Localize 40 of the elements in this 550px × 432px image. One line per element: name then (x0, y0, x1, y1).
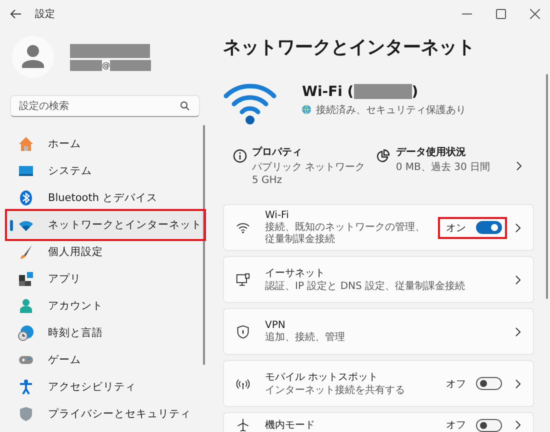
setting-title: Wi-Fi (265, 210, 290, 221)
settings-card[interactable]: 機内モード オフ (223, 412, 534, 432)
setting-description: 接続、既知のネットワークの管理、従量制課金接続 (265, 222, 426, 245)
sidebar-item[interactable]: システム (8, 158, 203, 184)
sidebar-item[interactable]: プライバシーとセキュリティ (8, 401, 203, 427)
settings-card[interactable]: Wi-Fi 接続、既知のネットワークの管理、従量制課金接続 オン (223, 204, 534, 251)
toggle-state-label: オン (446, 222, 466, 234)
sidebar-item[interactable]: ゲーム (8, 347, 203, 373)
sidebar-item[interactable]: アプリ (8, 266, 203, 292)
setting-title: 機内モード (265, 418, 316, 432)
sidebar-item[interactable]: Bluetooth とデバイス (8, 185, 203, 211)
page-title: ネットワークとインターネット (223, 36, 476, 59)
email-at-sign: @ (102, 60, 110, 70)
setting-title: イーサネット (265, 267, 326, 280)
sidebar-item[interactable]: アクセシビリティ (8, 374, 203, 400)
settings-card[interactable]: イーサネット 認証、IP 設定と DNS 設定、従量制課金接続 (223, 256, 534, 303)
network-name: ) (412, 84, 418, 100)
settings-card[interactable]: VPN 追加、接続、管理 (223, 308, 534, 355)
settings-card[interactable]: モバイル ホットスポット インターネット接続を共有する オフ (223, 360, 534, 407)
search-field[interactable]: 設定の検索 (10, 95, 200, 117)
toggle-state-label: オフ (446, 419, 466, 432)
sidebar-item[interactable]: アカウント (8, 293, 203, 319)
network-name: Wi-Fi ( (302, 84, 354, 100)
properties-link[interactable]: プロパティ (252, 145, 366, 159)
setting-title: モバイル ホットスポット (265, 371, 380, 384)
window-title: 設定 (35, 8, 55, 21)
setting-description: インターネット接続を共有する (265, 385, 406, 397)
sidebar-item[interactable]: 個人用設定 (8, 239, 203, 265)
data-usage-detail: 0 MB、過去 30 日間 (396, 160, 490, 174)
data-usage-link[interactable]: データ使用状況 (396, 145, 490, 159)
setting-description: 認証、IP 設定と DNS 設定、従量制課金接続 (265, 281, 466, 293)
property-detail: パブリック ネットワーク (252, 160, 366, 174)
sidebar-item[interactable]: ネットワークとインターネット (8, 212, 203, 238)
property-detail: 5 GHz (252, 175, 284, 186)
sidebar-item[interactable]: 時刻と言語 (8, 320, 203, 346)
toggle-state-label: オフ (446, 378, 466, 390)
sidebar-item[interactable]: ホーム (8, 131, 203, 157)
setting-description: 追加、接続、管理 (265, 332, 346, 344)
setting-title: VPN (265, 320, 286, 331)
connection-status: 接続済み、セキュリティ保護あり (316, 104, 466, 116)
